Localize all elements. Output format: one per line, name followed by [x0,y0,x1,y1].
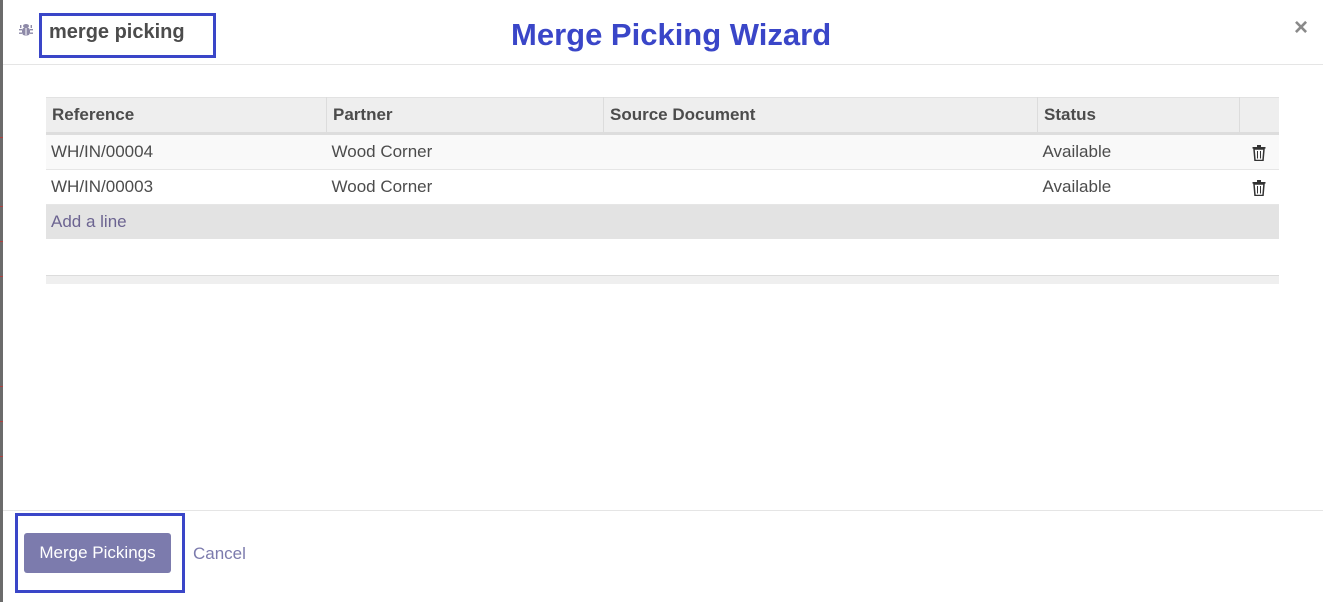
cell-reference[interactable]: WH/IN/00003 [46,169,327,205]
column-header-reference[interactable]: Reference [46,97,327,135]
bug-icon[interactable] [18,22,34,38]
cell-delete [1239,169,1279,205]
trash-icon[interactable] [1252,179,1266,196]
add-line-row: Add a line [46,204,1279,239]
column-header-actions [1239,97,1279,135]
table-row[interactable]: WH/IN/00003 Wood Corner Available [46,169,1279,205]
cell-reference[interactable]: WH/IN/00004 [46,133,327,170]
column-header-status[interactable]: Status [1037,97,1240,135]
add-line-link[interactable]: Add a line [51,212,127,231]
column-header-source-document[interactable]: Source Document [603,97,1038,135]
trash-icon[interactable] [1252,144,1266,161]
cell-status[interactable]: Available [1037,169,1240,205]
close-icon[interactable]: × [1290,16,1312,40]
merge-picking-dialog: merge picking Merge Picking Wizard × Ref… [3,0,1323,602]
title-highlight-box [39,13,216,58]
cell-status[interactable]: Available [1037,133,1240,170]
table-footer [46,275,1279,284]
cell-partner[interactable]: Wood Corner [326,133,604,170]
cell-source-document[interactable] [603,169,1038,205]
pickings-table: Reference Partner Source Document Status… [46,97,1279,239]
wizard-caption: Merge Picking Wizard [511,17,832,52]
cancel-button[interactable]: Cancel [193,544,246,564]
cell-partner[interactable]: Wood Corner [326,169,604,205]
column-header-partner[interactable]: Partner [326,97,604,135]
cell-source-document[interactable] [603,133,1038,170]
cell-delete [1239,133,1279,170]
table-row[interactable]: WH/IN/00004 Wood Corner Available [46,133,1279,170]
dialog-header: merge picking Merge Picking Wizard × [3,0,1323,65]
button-highlight-box [15,513,185,593]
table-header-row: Reference Partner Source Document Status [46,97,1279,135]
